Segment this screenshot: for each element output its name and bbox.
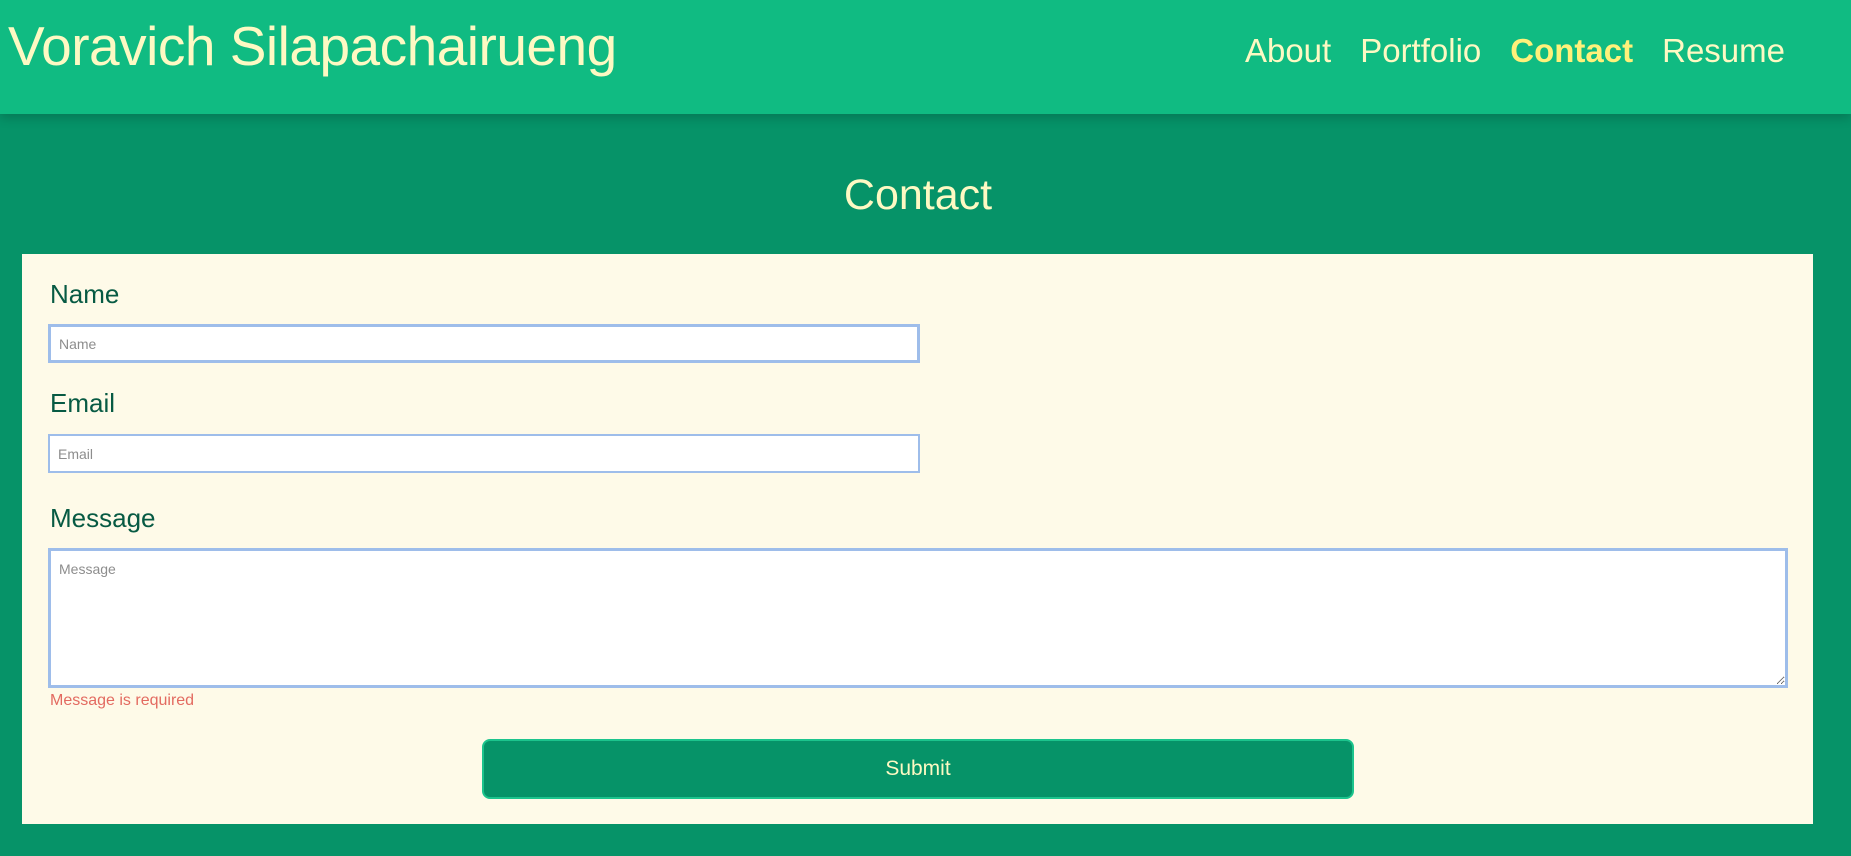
submit-button[interactable]: Submit xyxy=(482,739,1354,799)
nav-link-about[interactable]: About xyxy=(1245,30,1331,72)
message-textarea[interactable] xyxy=(48,548,1788,688)
contact-form: Name Email Message Message is required S… xyxy=(22,254,1813,824)
main-nav: About Portfolio Contact Resume xyxy=(1245,30,1785,72)
page-title: Contact xyxy=(843,171,993,219)
site-title: Voravich Silapachairueng xyxy=(8,15,617,77)
nav-link-portfolio[interactable]: Portfolio xyxy=(1360,30,1481,72)
nav-link-contact[interactable]: Contact xyxy=(1510,30,1633,72)
name-label: Name xyxy=(50,279,120,309)
nav-link-resume[interactable]: Resume xyxy=(1662,30,1785,72)
site-header: Voravich Silapachairueng About Portfolio… xyxy=(0,0,1851,114)
email-label: Email xyxy=(50,388,116,418)
message-error: Message is required xyxy=(50,692,195,709)
main-content: Contact Name Email Message Message is re… xyxy=(0,114,1851,856)
email-input[interactable] xyxy=(48,434,920,473)
message-label: Message xyxy=(50,503,156,533)
name-input[interactable] xyxy=(48,324,920,363)
